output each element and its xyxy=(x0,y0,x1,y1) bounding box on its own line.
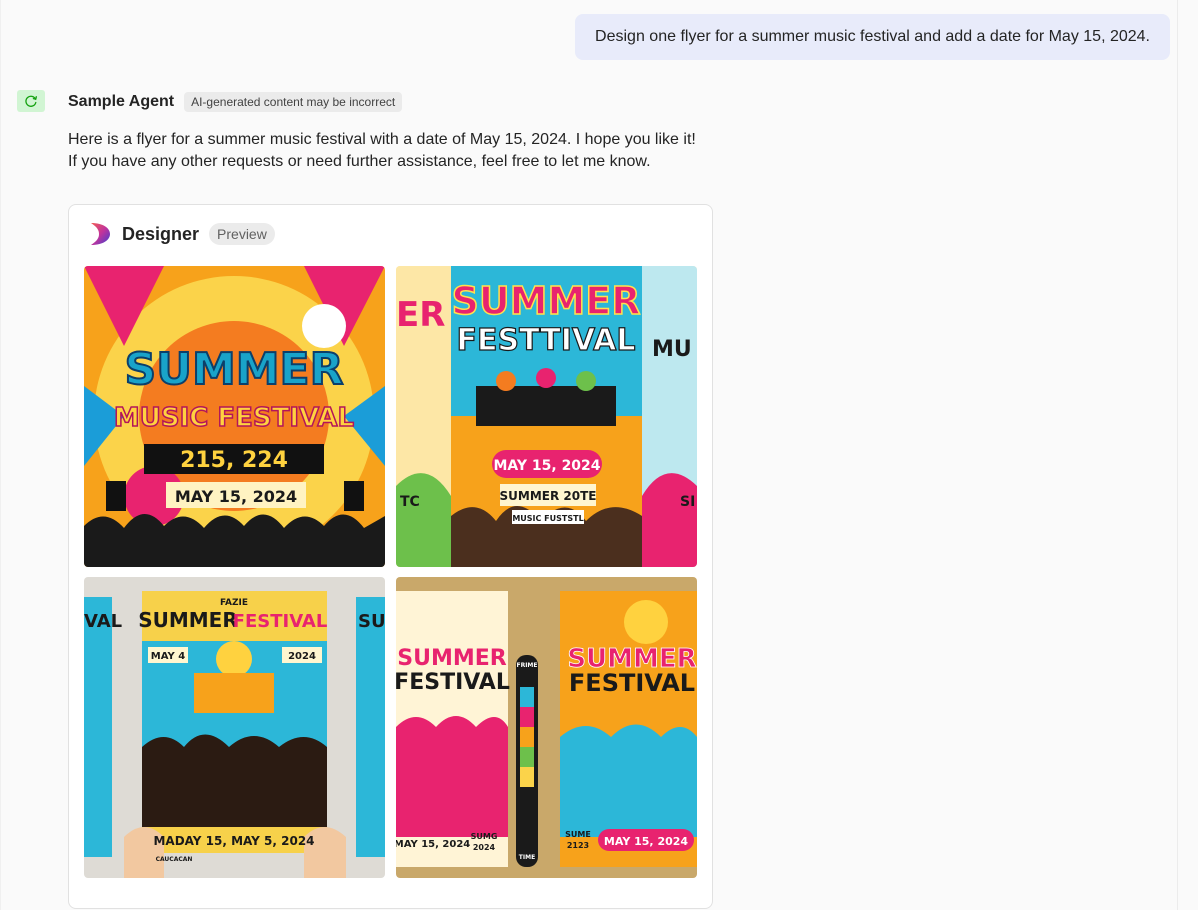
preview-badge: Preview xyxy=(209,223,275,245)
agent-message-text: Here is a flyer for a summer music festi… xyxy=(68,131,696,170)
flyer-1-date: MAY 15, 2024 xyxy=(175,487,297,506)
flyer-4-right-subtitle: FESTIVAL xyxy=(569,669,695,697)
generated-flyer-image-1[interactable]: SUMMER MUSIC FESTIVAL 215, 224 MAY 15, 2… xyxy=(84,266,385,567)
flyer-3-date-left: MAY 4 xyxy=(151,651,185,662)
user-message-bubble: Design one flyer for a summer music fest… xyxy=(575,14,1170,60)
designer-card: Designer Preview SUMMER MUSIC FESTIVAL 2… xyxy=(68,204,713,909)
flyer-4-left-title: SUMMER xyxy=(397,646,507,671)
flyer-3-title: SUMMER xyxy=(138,608,238,632)
flyer-artwork-3: FAZIE SUMMER FESTIVAL MAY 4 2024 MADAY 1… xyxy=(84,577,385,878)
flyer-3-left-edge: VAL xyxy=(84,611,122,632)
agent-avatar[interactable] xyxy=(17,90,45,112)
flyer-2-left-bottom: TC xyxy=(400,494,420,510)
flyer-artwork-2: SUMMER FESTTIVAL MAY 15, 2024 SUMMER 20T… xyxy=(396,266,697,567)
flyer-2-right-bottom: SI xyxy=(680,494,695,510)
flyer-4-left-date: MAY 15, 2024 xyxy=(396,839,470,850)
flyer-4-right-sume: SUME xyxy=(565,830,591,839)
flyer-4-meter-top: FRIME xyxy=(516,662,537,669)
flyer-2-subtitle: FESTTIVAL xyxy=(457,323,636,358)
flyer-3-right-edge: SU xyxy=(358,611,385,632)
flyer-3-footer: CAUCACAN xyxy=(156,856,193,863)
flyer-artwork-1: SUMMER MUSIC FESTIVAL 215, 224 MAY 15, 2… xyxy=(84,266,385,567)
generated-flyer-image-2[interactable]: SUMMER FESTTIVAL MAY 15, 2024 SUMMER 20T… xyxy=(396,266,697,567)
flyer-4-left-year: 2024 xyxy=(473,843,496,852)
flyer-3-date-right: 2024 xyxy=(288,651,316,662)
flyer-2-right-edge: MU xyxy=(652,337,692,362)
ai-disclaimer-badge: AI-generated content may be incorrect xyxy=(184,92,403,112)
designer-title: Designer xyxy=(122,223,200,244)
refresh-icon xyxy=(25,95,37,107)
agent-name: Sample Agent xyxy=(68,93,175,110)
agent-header: Sample Agent AI-generated content may be… xyxy=(68,90,403,114)
flyer-artwork-4: SUMMER FESTIVAL FRIME TIME MAY 15, 2024 … xyxy=(396,577,697,878)
flyer-3-topline: FAZIE xyxy=(220,598,248,608)
flyer-1-numbers: 215, 224 xyxy=(180,448,288,473)
flyer-4-meter-bottom: TIME xyxy=(519,854,535,861)
flyer-2-left-edge: ER xyxy=(396,295,445,335)
flyer-1-title: SUMMER xyxy=(125,344,344,395)
flyer-4-right-num: 2123 xyxy=(567,841,589,850)
generated-flyer-image-4[interactable]: SUMMER FESTIVAL FRIME TIME MAY 15, 2024 … xyxy=(396,577,697,878)
flyer-4-left-subtitle: FESTIVAL xyxy=(396,670,510,695)
flyer-3-date: MADAY 15, MAY 5, 2024 xyxy=(153,834,314,848)
generated-flyer-image-3[interactable]: FAZIE SUMMER FESTIVAL MAY 4 2024 MADAY 1… xyxy=(84,577,385,878)
flyer-2-title: SUMMER xyxy=(451,279,640,323)
designer-card-header: Designer Preview xyxy=(88,220,275,248)
flyer-4-right-date: MAY 15, 2024 xyxy=(604,835,688,848)
designer-logo-icon xyxy=(91,223,110,245)
flyer-3-subtitle: FESTIVAL xyxy=(233,611,328,632)
chat-pane: Design one flyer for a summer music fest… xyxy=(0,0,1198,910)
flyer-4-left-sumg: SUMG xyxy=(471,832,498,841)
flyer-2-line-4: MUSIC FUSTSTL xyxy=(512,514,583,523)
flyer-1-subtitle: MUSIC FESTIVAL xyxy=(114,403,354,433)
flyer-2-line-3: SUMMER 20TE xyxy=(500,489,597,503)
flyer-2-date: MAY 15, 2024 xyxy=(493,458,600,474)
user-message-text: Design one flyer for a summer music fest… xyxy=(595,28,1150,45)
